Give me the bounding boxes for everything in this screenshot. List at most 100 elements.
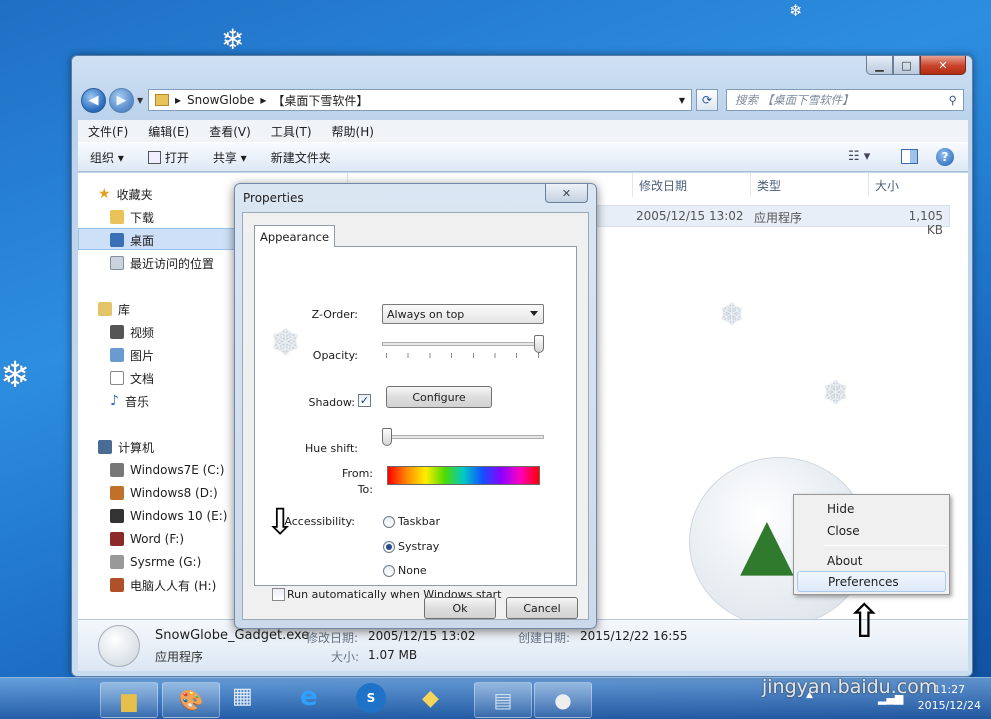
address-bar[interactable]: ▸ SnowGlobe ▸ 【桌面下雪软件】 ▼ [148,89,692,111]
nav-drive-d[interactable]: Windows8 (D:) [110,483,218,503]
hue-slider-thumb[interactable] [382,428,392,446]
menu-item-about[interactable]: About [797,550,946,571]
close-icon: ✕ [561,186,572,200]
menu-item-preferences[interactable]: Preferences [797,571,946,592]
nav-favorites[interactable]: ★ 收藏夹 [98,184,153,204]
menu-item-hide[interactable]: Hide [797,498,946,519]
library-icon [98,302,112,316]
column-header-modified[interactable]: 修改日期 [632,173,750,197]
taskbar-s-app-button[interactable]: S [356,683,386,713]
taskbar-app-button[interactable]: ◆ [422,686,439,711]
autorun-checkbox[interactable] [272,588,285,601]
taskbar-picture-viewer-button[interactable]: ▤ [474,682,532,718]
opacity-slider-thumb[interactable] [534,335,544,353]
nav-drive-c[interactable]: Windows7E (C:) [110,460,224,480]
shadow-checkbox[interactable]: ✓ [358,394,371,407]
search-placeholder: 搜索 【桌面下雪软件】 [735,93,854,107]
dialog-body: Appearance Z-Order: Always on top Opacit… [242,212,589,620]
taskbar-ie-button[interactable]: e [300,682,318,712]
maximize-button[interactable]: □ [893,56,920,75]
nav-label: Windows 10 (E:) [130,509,228,523]
view-options-icon[interactable]: ☷ ▾ [848,149,870,164]
close-button[interactable]: ✕ [920,56,966,75]
taskbar-control-panel-button[interactable]: ▦ [232,684,253,709]
menu-view[interactable]: 查看(V) [199,123,261,140]
new-folder-button[interactable]: 新建文件夹 [259,149,343,166]
menu-help[interactable]: 帮助(H) [322,123,384,140]
snowflake-decoration: ❄ [823,376,849,411]
share-button[interactable]: 共享 ▾ [201,149,259,166]
details-size-label: 大小: [331,650,360,664]
taskbar-paint-button[interactable]: 🎨 [162,682,220,718]
drive-icon [110,578,124,592]
taskbar-snowglobe-button[interactable]: ● [534,682,592,718]
menu-file[interactable]: 文件(F) [78,123,138,140]
forward-button[interactable]: ▶ [109,88,134,113]
appearance-page: Z-Order: Always on top Opacity: Shadow: … [254,246,577,601]
back-button[interactable]: ◀ [81,88,106,113]
nav-drive-g[interactable]: Sysrme (G:) [110,552,201,572]
nav-downloads[interactable]: 下载 [110,207,154,227]
taskbar-radio[interactable] [383,516,395,528]
nav-pictures[interactable]: 图片 [110,345,154,365]
configure-button[interactable]: Configure [386,386,492,408]
nav-label: 视频 [130,325,155,340]
nav-label: 桌面 [130,233,155,248]
breadcrumb-current[interactable]: 【桌面下雪软件】 [272,92,368,109]
preview-pane-icon[interactable] [901,149,918,164]
nav-drive-h[interactable]: 电脑人人有 (H:) [110,575,216,595]
hue-gradient-preview [387,466,540,485]
menu-bar: 文件(F) 编辑(E) 查看(V) 工具(T) 帮助(H) [78,120,968,142]
nav-desktop[interactable]: 桌面 [110,230,154,250]
breadcrumb-snowglobe[interactable]: SnowGlobe [187,93,254,107]
folder-icon [155,94,169,106]
address-dropdown-icon[interactable]: ▼ [679,96,685,105]
nav-drive-f[interactable]: Word (F:) [110,529,184,549]
open-button[interactable]: 打开 [136,149,201,166]
tab-appearance[interactable]: Appearance [254,225,335,247]
menu-item-close[interactable]: Close [797,520,946,541]
column-header-type[interactable]: 类型 [750,173,868,197]
menu-edit[interactable]: 编辑(E) [138,123,199,140]
details-type: 应用程序 [155,650,204,664]
opacity-slider-track[interactable] [382,342,544,346]
nav-recent[interactable]: 最近访问的位置 [110,253,214,273]
nav-computer[interactable]: 计算机 [98,437,154,457]
nav-label: 收藏夹 [116,187,153,202]
nav-drive-e[interactable]: Windows 10 (E:) [110,506,227,526]
recent-places-icon [110,256,124,270]
arrow-up-annotation-icon: ⇧ [845,594,884,648]
drive-icon [110,555,124,569]
nav-label: Word (F:) [130,532,185,546]
hue-shift-label: Hue shift: [305,442,358,455]
ok-button[interactable]: Ok [424,597,496,619]
cancel-button[interactable]: Cancel [506,597,578,619]
search-input[interactable]: 搜索 【桌面下雪软件】 ⚲ [726,89,964,111]
dialog-close-button[interactable]: ✕ [545,184,588,203]
zorder-select[interactable]: Always on top [382,304,544,324]
computer-icon [98,440,112,454]
minimize-button[interactable]: ▁ [866,56,893,75]
column-header-size[interactable]: 大小 [868,173,948,197]
history-dropdown-icon[interactable]: ▼ [137,96,143,105]
details-created: 2015/12/22 16:55 [580,629,688,643]
tray-context-menu: Hide Close About Preferences [793,494,950,595]
organize-button[interactable]: 组织 ▾ [78,149,136,166]
menu-tools[interactable]: 工具(T) [261,123,322,140]
hue-slider-track[interactable] [382,435,544,439]
organize-label: 组织 ▾ [90,150,124,165]
nav-music[interactable]: ♪ 音乐 [110,391,149,411]
dialog-title: Properties [243,191,304,205]
nav-label: 图片 [130,348,155,363]
taskbar-explorer-button[interactable]: ▆ [100,682,158,718]
nav-library[interactable]: 库 [98,299,130,319]
refresh-button[interactable]: ⟳ [696,89,718,111]
share-label: 共享 ▾ [212,150,247,165]
nav-label: 下载 [130,210,155,225]
none-radio[interactable] [383,565,395,577]
systray-radio[interactable] [383,541,395,553]
nav-videos[interactable]: 视频 [110,322,154,342]
nav-documents[interactable]: 文档 [110,368,154,388]
nav-label: Windows7E (C:) [130,463,225,477]
help-icon[interactable]: ? [936,148,954,166]
